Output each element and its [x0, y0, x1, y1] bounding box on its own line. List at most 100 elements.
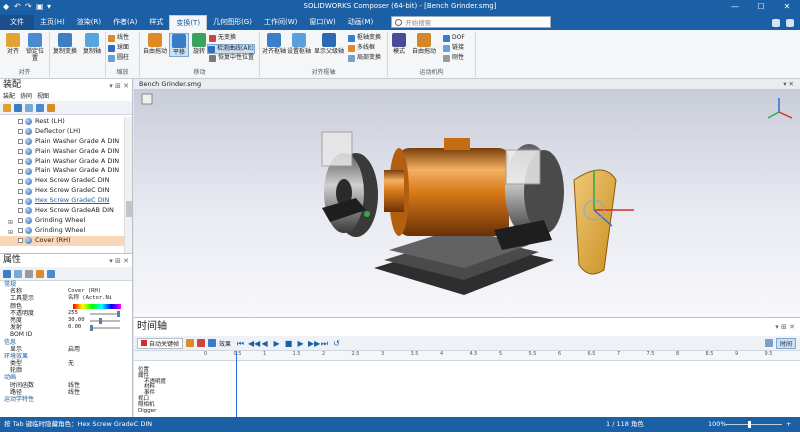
- tree-item[interactable]: Plain Washer Grade A DIN: [0, 147, 124, 157]
- tree-item[interactable]: Hex Screw GradeC DIN: [0, 196, 124, 206]
- alphabetical-icon[interactable]: [14, 269, 22, 278]
- filter-icon[interactable]: [208, 339, 217, 347]
- pivot-transform-button[interactable]: 枢轴变换: [348, 34, 381, 42]
- tab-workshops[interactable]: 工作间(W): [258, 15, 303, 30]
- go-end-icon[interactable]: ⏭: [320, 339, 329, 348]
- property-value[interactable]: 0.00: [68, 324, 81, 331]
- delete-key-icon[interactable]: [197, 339, 206, 347]
- prev-frame-icon[interactable]: ◀: [260, 339, 269, 348]
- visibility-checkbox[interactable]: [18, 208, 23, 214]
- select-icon[interactable]: [3, 103, 11, 112]
- property-row[interactable]: 不透明度 255: [0, 310, 132, 317]
- property-row[interactable]: 显示 启用: [0, 346, 132, 353]
- multi-frame-button[interactable]: 多线框: [348, 44, 375, 52]
- dof-button[interactable]: DOF: [443, 34, 465, 42]
- key-icon[interactable]: [186, 339, 195, 347]
- categorized-icon[interactable]: [3, 269, 11, 278]
- key-icon[interactable]: [47, 103, 55, 112]
- property-value[interactable]: 30.00: [68, 317, 85, 324]
- maximize-button[interactable]: ☐: [748, 0, 774, 14]
- zoom-in-icon[interactable]: +: [786, 417, 791, 432]
- loop-icon[interactable]: ↺: [332, 339, 341, 348]
- visibility-checkbox[interactable]: [18, 178, 23, 184]
- tab-styles[interactable]: 样式: [143, 15, 169, 30]
- tree-item[interactable]: Plain Washer Grade A DIN: [0, 137, 124, 147]
- tab-author[interactable]: 作者(A): [107, 15, 143, 30]
- tree-item[interactable]: ⊞ Grinding Wheel: [0, 226, 124, 236]
- camera-icon[interactable]: [764, 339, 773, 347]
- play-icon[interactable]: ▶: [272, 339, 281, 348]
- property-category[interactable]: 运动学特性: [0, 396, 132, 403]
- effects-menu[interactable]: 效果: [219, 339, 231, 348]
- tree-item[interactable]: Plain Washer Grade A DIN: [0, 157, 124, 167]
- search-box[interactable]: 开始搜索: [391, 16, 552, 28]
- lock-position-button[interactable]: 锁定位置: [24, 33, 46, 62]
- visibility-checkbox[interactable]: [18, 188, 23, 194]
- mode-button[interactable]: 模式: [390, 33, 408, 55]
- close-tab-icon[interactable]: ▾ ✕: [783, 79, 794, 90]
- scroll-thumb[interactable]: [126, 201, 132, 217]
- property-category[interactable]: 动画: [0, 374, 132, 381]
- rigid-button[interactable]: 刚性: [443, 54, 464, 62]
- tree-item[interactable]: Plain Washer Grade A DIN: [0, 166, 124, 176]
- restore-neutral-button[interactable]: 恢复中性位置: [209, 54, 254, 62]
- tree-item[interactable]: ⊞ Grinding Wheel: [0, 216, 124, 226]
- property-value[interactable]: 名称 (Actor.Ni: [68, 295, 112, 302]
- link-button[interactable]: 链接: [443, 44, 464, 52]
- copy-axis-button[interactable]: 复制轴: [79, 33, 105, 55]
- timeline-ruler[interactable]: 0 0.5 1 1.5 2 2.5 3 3.5 4 4.5 5 5.5 6 6.5 7 7.5 8 8.5 9 9.5: [134, 351, 800, 361]
- property-category[interactable]: 信息: [0, 339, 132, 346]
- tree-item[interactable]: Hex Screw GradeC DIN: [0, 176, 124, 186]
- tab-window[interactable]: 窗口(W): [303, 15, 341, 30]
- color-swatch[interactable]: [73, 303, 121, 309]
- property-value[interactable]: 线性: [68, 389, 80, 396]
- property-value[interactable]: 线性: [68, 382, 80, 389]
- copy-icon[interactable]: [47, 269, 55, 278]
- tab-transform[interactable]: 变换(T): [169, 15, 208, 30]
- property-value[interactable]: 启用: [68, 346, 80, 353]
- tree-item[interactable]: Deflector (LH): [0, 127, 124, 137]
- visibility-checkbox[interactable]: [18, 119, 23, 125]
- timeline-track[interactable]: Digger: [138, 408, 156, 414]
- zoom-thumb[interactable]: [748, 421, 751, 428]
- visibility-checkbox[interactable]: [18, 198, 23, 204]
- property-row[interactable]: 时间函数 线性: [0, 382, 132, 389]
- slider-thumb[interactable]: [99, 317, 102, 324]
- visibility-checkbox[interactable]: [18, 159, 23, 164]
- linear-button[interactable]: 线性: [108, 34, 129, 42]
- visibility-checkbox[interactable]: [18, 149, 23, 155]
- align-pivot-button[interactable]: 对齐枢轴: [262, 33, 286, 55]
- next-key-icon[interactable]: ▶▶: [308, 339, 320, 348]
- minimize-button[interactable]: —: [722, 0, 748, 14]
- visibility-checkbox[interactable]: [18, 168, 23, 174]
- pin-icon[interactable]: ▾ ⊞ ✕: [109, 255, 129, 268]
- next-frame-icon[interactable]: ▶: [296, 339, 305, 348]
- visibility-checkbox[interactable]: [18, 218, 23, 224]
- property-category[interactable]: 环境效果: [0, 353, 132, 360]
- copy-transform-button[interactable]: 复制变换: [52, 33, 78, 55]
- tab-geometry[interactable]: 几何图形(G): [207, 15, 258, 30]
- property-row[interactable]: 路径 线性: [0, 389, 132, 396]
- free-drag-button[interactable]: 自由拖动: [142, 33, 168, 55]
- property-row[interactable]: 发射 0.00: [0, 324, 132, 332]
- assembly-scrollbar[interactable]: [124, 117, 132, 253]
- spherical-button[interactable]: 球面: [108, 44, 129, 52]
- sort-icon[interactable]: [14, 103, 22, 112]
- auto-key-button[interactable]: 自动关键帧: [137, 337, 184, 349]
- property-slider[interactable]: [90, 310, 120, 317]
- subtab-assembly[interactable]: 装配: [3, 92, 15, 101]
- property-row[interactable]: 工具提示 名称 (Actor.Ni: [0, 295, 132, 302]
- document-tab[interactable]: Bench Grinder.smg ▾ ✕: [134, 79, 800, 90]
- local-transform-button[interactable]: 局部变换: [348, 54, 381, 62]
- visibility-checkbox[interactable]: [18, 238, 23, 244]
- set-pivot-button[interactable]: 设置枢轴: [287, 33, 311, 55]
- go-start-icon[interactable]: ⏮: [236, 339, 245, 348]
- kinematics-drag-button[interactable]: 自由拖动: [409, 33, 439, 55]
- tab-file[interactable]: 文件: [0, 15, 34, 30]
- show-parent-axis-button[interactable]: 显示父级轴: [312, 33, 346, 55]
- group-icon[interactable]: [36, 103, 44, 112]
- property-value[interactable]: 无: [68, 360, 74, 367]
- pin-icon[interactable]: ▾ ⊞ ✕: [109, 80, 129, 93]
- zoom-slider[interactable]: [726, 421, 782, 428]
- options-icon[interactable]: [786, 19, 794, 27]
